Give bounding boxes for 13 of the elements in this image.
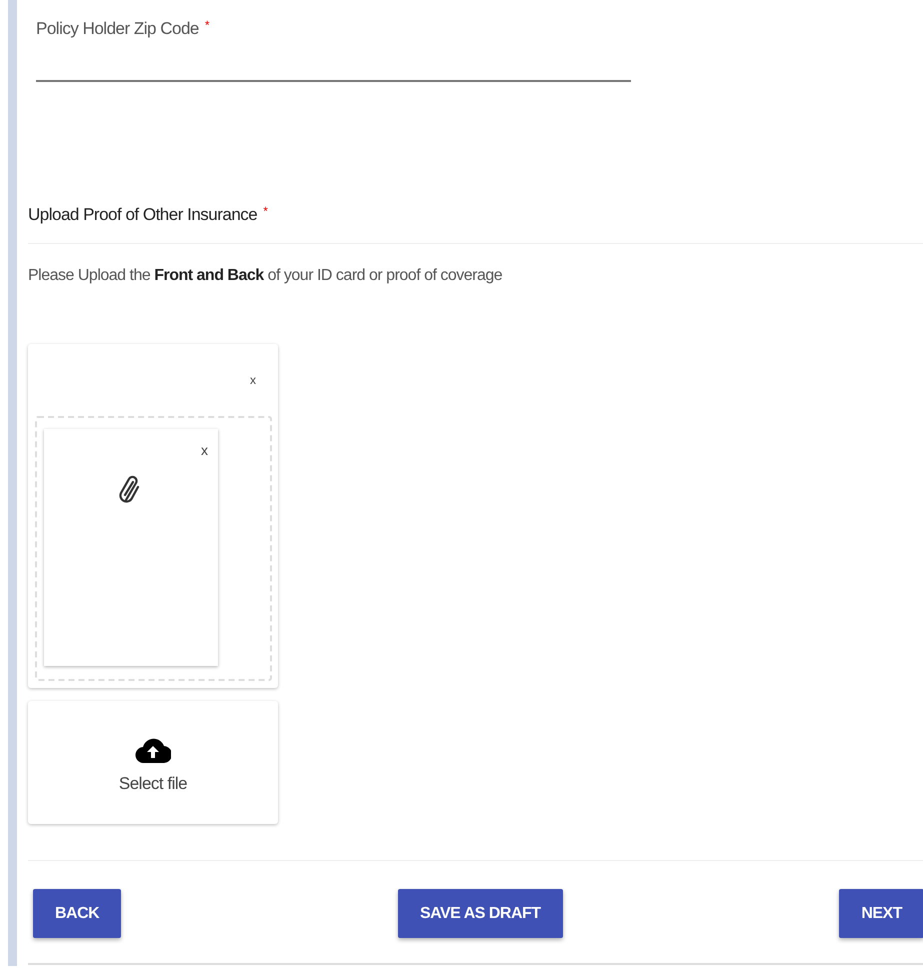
close-button[interactable]: x [201, 443, 208, 457]
next-button[interactable]: NEXT [839, 889, 923, 938]
back-button[interactable]: BACK [33, 889, 122, 938]
upload-instructions: Please Upload the Front and Back of your ID card or proof of coverage [28, 266, 504, 286]
section-title: Upload Proof of Other Insurance [28, 204, 258, 226]
paperclip-icon [118, 473, 142, 503]
required-mark: * [263, 202, 268, 220]
cloud-upload-icon [135, 736, 171, 763]
required-mark: * [204, 17, 210, 34]
select-file-button[interactable]: Select file [28, 701, 278, 824]
close-button[interactable]: x [250, 374, 256, 386]
field-label: Policy Holder Zip Code [36, 18, 199, 40]
save-draft-button[interactable]: SAVE AS DRAFT [398, 889, 563, 938]
